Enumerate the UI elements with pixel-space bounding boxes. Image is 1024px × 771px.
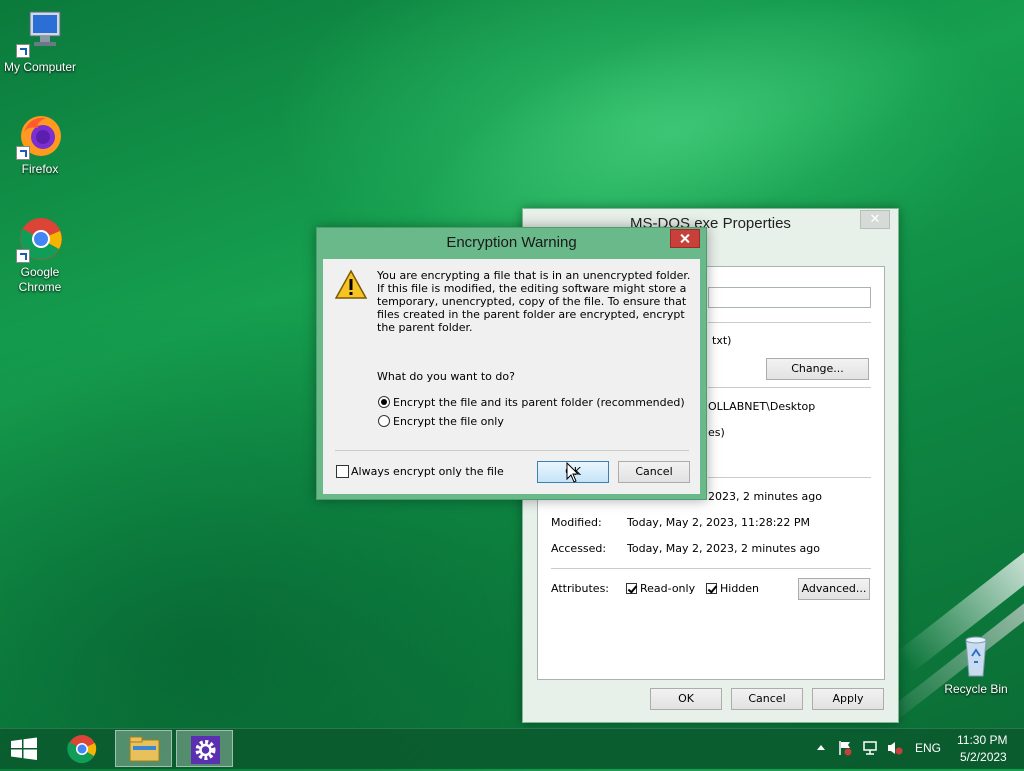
modified-label: Modified: xyxy=(551,516,602,529)
shortcut-arrow-icon xyxy=(16,44,30,58)
desktop-icon-label: Firefox xyxy=(21,162,59,176)
clock-time[interactable]: 11:30 PM xyxy=(957,733,1007,747)
always-encrypt-checkbox[interactable] xyxy=(336,465,349,478)
start-button[interactable] xyxy=(0,730,48,767)
warning-icon xyxy=(334,269,368,301)
filename-field[interactable] xyxy=(708,287,871,308)
shortcut-arrow-icon xyxy=(16,249,30,263)
wallpaper-streak xyxy=(896,393,1024,673)
taskbar-chrome[interactable] xyxy=(54,730,110,767)
option2-label[interactable]: Encrypt the file only xyxy=(393,415,504,428)
windows-logo-icon xyxy=(11,737,37,760)
modified-value: Today, May 2, 2023, 11:28:22 PM xyxy=(627,516,811,529)
taskbar-settings[interactable] xyxy=(176,730,233,767)
apply-button[interactable]: Apply xyxy=(812,688,884,710)
language-indicator[interactable]: ENG xyxy=(915,741,941,755)
desktop-icon-google-chrome[interactable]: Google Chrome xyxy=(0,215,80,295)
desktop-icon-label: My Computer xyxy=(3,60,77,74)
hidden-checkbox[interactable] xyxy=(706,583,717,594)
ok-button[interactable]: OK xyxy=(650,688,722,710)
warning-message: You are encrypting a file that is in an … xyxy=(377,269,691,334)
volume-muted-icon[interactable] xyxy=(886,740,904,756)
folder-icon xyxy=(129,736,160,762)
file-type-value: txt) xyxy=(712,334,732,347)
separator xyxy=(708,387,871,388)
desktop-icon-recycle-bin[interactable]: Recycle Bin xyxy=(936,632,1016,697)
firefox-icon xyxy=(16,112,64,160)
created-value: 2023, 2 minutes ago xyxy=(708,490,822,503)
radio-encrypt-file-and-folder[interactable] xyxy=(378,396,390,408)
option1-label[interactable]: Encrypt the file and its parent folder (… xyxy=(393,396,685,409)
attributes-label: Attributes: xyxy=(551,582,610,595)
radio-encrypt-file-only[interactable] xyxy=(378,415,390,427)
hidden-label: Hidden xyxy=(720,582,760,595)
clock-date[interactable]: 5/2/2023 xyxy=(960,750,1007,764)
computer-icon xyxy=(16,10,64,58)
cancel-button[interactable]: Cancel xyxy=(618,461,690,483)
dialog-body: You are encrypting a file that is in an … xyxy=(323,259,700,494)
readonly-label: Read-only xyxy=(640,582,696,595)
always-encrypt-label[interactable]: Always encrypt only the file xyxy=(351,465,504,478)
chrome-icon xyxy=(16,215,64,263)
separator xyxy=(708,477,871,478)
close-button[interactable] xyxy=(670,229,700,248)
question-text: What do you want to do? xyxy=(377,370,515,383)
desktop-icon-label: Recycle Bin xyxy=(944,682,1008,696)
size-value: es) xyxy=(708,426,725,439)
action-center-flag-icon[interactable] xyxy=(838,740,852,756)
dialog-title: Encryption Warning xyxy=(446,234,577,251)
desktop-icon-label: Google Chrome xyxy=(18,265,62,294)
recycle-bin-icon xyxy=(952,632,1000,680)
separator xyxy=(551,568,871,569)
accessed-value: Today, May 2, 2023, 2 minutes ago xyxy=(627,542,820,555)
desktop-icon-my-computer[interactable]: My Computer xyxy=(0,10,80,75)
chrome-icon xyxy=(67,735,97,764)
shortcut-arrow-icon xyxy=(16,146,30,160)
encryption-warning-dialog[interactable]: Encryption Warning You are encrypting a … xyxy=(316,227,707,500)
cancel-button[interactable]: Cancel xyxy=(731,688,803,710)
change-button[interactable]: Change... xyxy=(766,358,869,380)
show-hidden-icons-icon[interactable] xyxy=(817,745,825,750)
network-icon[interactable] xyxy=(862,740,880,756)
separator xyxy=(708,322,871,323)
taskbar-file-explorer[interactable] xyxy=(115,730,172,767)
desktop-icon-firefox[interactable]: Firefox xyxy=(0,112,80,177)
accessed-label: Accessed: xyxy=(551,542,607,555)
location-value: OLLABNET\Desktop xyxy=(708,400,816,413)
separator xyxy=(335,450,689,451)
advanced-button[interactable]: Advanced... xyxy=(798,578,870,600)
taskbar: ENG 11:30 PM 5/2/2023 xyxy=(0,728,1024,769)
readonly-checkbox[interactable] xyxy=(626,583,637,594)
close-button[interactable]: ✕ xyxy=(860,210,890,229)
gear-icon xyxy=(191,736,220,764)
